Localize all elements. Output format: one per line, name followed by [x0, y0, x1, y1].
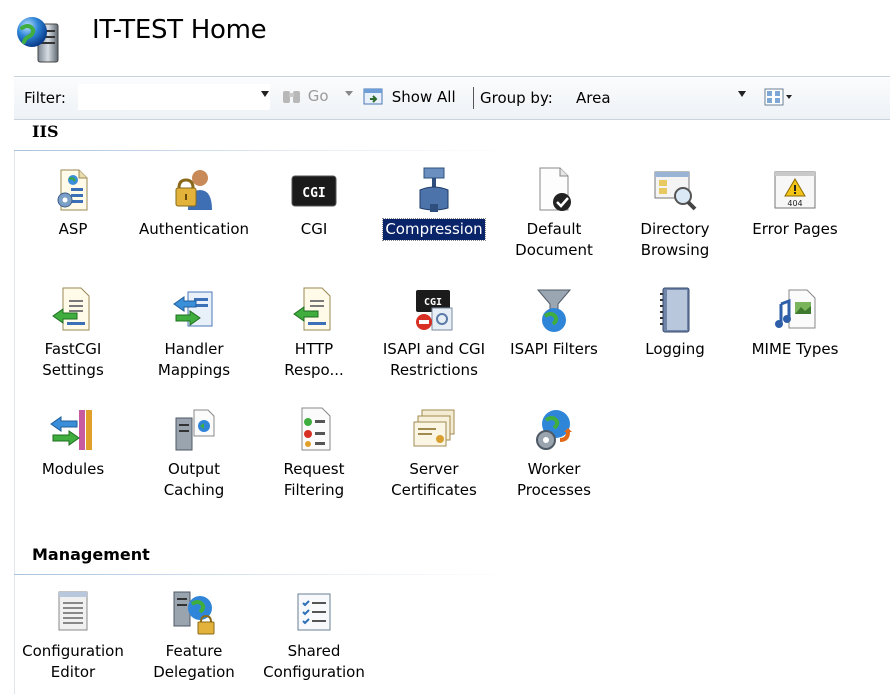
binoculars-icon: [283, 91, 300, 103]
feature-server-certificates[interactable]: Server Certificates: [374, 406, 494, 501]
feature-label: FastCGI Settings: [42, 340, 104, 379]
feature-error-pages[interactable]: 404 Error Pages: [735, 166, 855, 240]
go-button[interactable]: Go: [281, 86, 329, 110]
feature-handler-mappings[interactable]: Handler Mappings: [134, 286, 254, 381]
worker-processes-icon: [536, 410, 572, 450]
filter-dropdown-arrow-icon[interactable]: [261, 91, 269, 97]
feature-logging[interactable]: Logging: [615, 286, 735, 360]
feature-label: ISAPI and CGI Restrictions: [382, 340, 486, 379]
http-response-icon: [293, 287, 331, 331]
feature-label: Handler Mappings: [157, 340, 231, 379]
feature-configuration-editor[interactable]: Configuration Editor: [13, 588, 133, 683]
feature-label: HTTP Respo...: [284, 340, 344, 379]
section-divider: [14, 574, 514, 575]
filter-input[interactable]: [78, 84, 270, 110]
isapi-filters-icon: [536, 289, 572, 332]
filter-toolbar: Filter: Go Show All Group by: Area: [14, 76, 890, 120]
feature-label: Configuration Editor: [22, 642, 124, 681]
feature-compression[interactable]: Compression: [374, 166, 494, 241]
svg-text:CGI: CGI: [302, 186, 325, 201]
feature-label: MIME Types: [751, 340, 839, 358]
feature-label: CGI: [300, 220, 328, 238]
feature-label: Worker Processes: [517, 460, 591, 499]
show-all-button[interactable]: Show All: [361, 85, 456, 111]
feature-isapi-cgi-restrictions[interactable]: CGI ISAPI and CGI Restrictions: [374, 286, 494, 381]
default-document-icon: [539, 167, 571, 211]
feature-label: Shared Configuration: [263, 642, 365, 681]
view-mode-button[interactable]: [762, 85, 796, 109]
go-label: Go: [307, 87, 329, 105]
page-title: IT-TEST Home: [92, 15, 267, 45]
cgi-icon: CGI: [291, 175, 337, 207]
mime-types-icon: [775, 289, 816, 329]
feature-asp[interactable]: ASP: [13, 166, 133, 240]
go-dropdown-arrow-icon[interactable]: [345, 91, 353, 96]
feature-label: Compression: [382, 218, 486, 241]
feature-label: Default Document: [515, 220, 593, 259]
filter-label: Filter:: [24, 89, 66, 107]
feature-cgi[interactable]: CGI CGI: [254, 166, 374, 240]
server-certificates-icon: [413, 409, 455, 447]
fastcgi-icon: [52, 287, 90, 331]
error-pages-icon: 404: [774, 171, 816, 209]
request-filtering-icon: [301, 407, 331, 451]
feature-directory-browsing[interactable]: Directory Browsing: [615, 166, 735, 261]
page-header: IT-TEST Home: [0, 0, 890, 68]
feature-label: Authentication: [138, 220, 250, 238]
feature-label: Output Caching: [163, 460, 225, 499]
feature-label: ASP: [58, 220, 88, 238]
feature-label: Error Pages: [752, 220, 838, 238]
group-by-value: Area: [576, 89, 611, 107]
feature-http-response-headers[interactable]: HTTP Respo...: [254, 286, 374, 381]
feature-feature-delegation[interactable]: Feature Delegation: [134, 588, 254, 683]
feature-fastcgi-settings[interactable]: FastCGI Settings: [13, 286, 133, 381]
handler-mappings-icon: [173, 291, 213, 327]
feature-label: Request Filtering: [283, 460, 345, 499]
show-all-label: Show All: [391, 88, 456, 106]
feature-authentication[interactable]: Authentication: [134, 166, 254, 240]
asp-icon: [57, 169, 88, 211]
view-icons-icon: [764, 88, 792, 106]
compression-icon: [419, 167, 449, 212]
toolbar-separator: [473, 87, 474, 109]
group-by-dropdown-arrow-icon[interactable]: [738, 91, 746, 97]
feature-label: Feature Delegation: [153, 642, 235, 681]
authentication-icon: [175, 170, 212, 210]
group-by-select[interactable]: Area: [570, 84, 748, 110]
feature-worker-processes[interactable]: Worker Processes: [494, 406, 614, 501]
feature-mime-types[interactable]: MIME Types: [735, 286, 855, 360]
section-title-management: Management: [32, 545, 150, 564]
feature-label: Server Certificates: [391, 460, 477, 499]
error-404-badge: 404: [787, 199, 802, 208]
shared-configuration-icon: [297, 593, 331, 631]
configuration-editor-icon: [58, 591, 88, 631]
show-all-icon: [363, 88, 383, 105]
server-globe-icon: [17, 17, 59, 63]
group-by-label: Group by:: [480, 89, 553, 107]
output-caching-icon: [175, 409, 215, 451]
feature-label: Directory Browsing: [640, 220, 710, 259]
feature-output-caching[interactable]: Output Caching: [134, 406, 254, 501]
feature-label: ISAPI Filters: [510, 340, 598, 358]
isapi-cgi-restrictions-icon: CGI: [416, 290, 453, 331]
feature-label: Modules: [41, 460, 105, 478]
directory-browsing-icon: [654, 171, 697, 211]
feature-default-document[interactable]: Default Document: [494, 166, 614, 261]
logging-icon: [660, 287, 690, 333]
feature-label: Logging: [645, 340, 705, 358]
modules-icon: [50, 410, 92, 450]
section-title-iis: IIS: [32, 122, 59, 141]
feature-delegation-icon: [173, 591, 215, 635]
feature-modules[interactable]: Modules: [13, 406, 133, 480]
svg-text:CGI: CGI: [424, 297, 442, 308]
feature-isapi-filters[interactable]: ISAPI Filters: [494, 286, 614, 360]
feature-request-filtering[interactable]: Request Filtering: [254, 406, 374, 501]
feature-shared-configuration[interactable]: Shared Configuration: [254, 588, 374, 683]
section-divider: [14, 150, 514, 151]
